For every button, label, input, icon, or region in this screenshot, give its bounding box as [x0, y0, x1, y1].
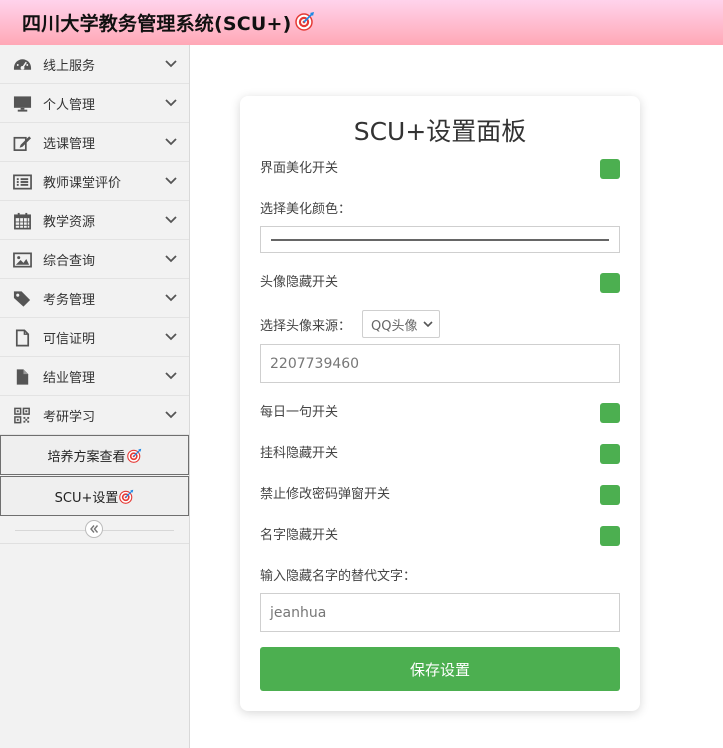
scu-settings-button[interactable]: SCU+设置: [0, 476, 189, 516]
sidebar-item-exam-affairs[interactable]: 考务管理: [0, 279, 189, 318]
sidebar-item-label: 可信证明: [43, 331, 96, 347]
chevron-down-icon: [165, 60, 177, 68]
chevron-down-icon: [165, 99, 177, 107]
list-icon: [13, 174, 32, 190]
avatar-source-value: QQ头像: [371, 318, 418, 334]
daily-quote-label: 每日一句开关: [260, 405, 339, 420]
sidebar-item-comprehensive-query[interactable]: 综合查询: [0, 240, 189, 279]
panel-title: SCU+设置面板: [353, 117, 527, 146]
calendar-icon: [14, 212, 31, 230]
avatar-hide-toggle[interactable]: [600, 273, 620, 293]
sidebar-collapse-row: [0, 516, 189, 544]
save-settings-button[interactable]: 保存设置: [260, 647, 620, 691]
training-plan-label: 培养方案查看: [47, 449, 126, 465]
file-filled-icon: [16, 369, 29, 385]
name-hide-toggle[interactable]: [600, 526, 620, 546]
avatar-source-label: 选择头像来源：: [260, 319, 352, 334]
target-icon: [119, 489, 134, 504]
edit-icon: [13, 136, 32, 151]
desktop-icon: [13, 96, 32, 112]
double-chevron-left-icon: [90, 525, 99, 533]
password-popup-toggle[interactable]: [600, 485, 620, 505]
password-popup-label: 禁止修改密码弹窗开关: [260, 487, 391, 502]
file-icon: [15, 329, 30, 347]
avatar-hide-label: 头像隐藏开关: [260, 275, 339, 290]
app-title: 四川大学教务管理系统(SCU+): [22, 13, 292, 35]
qrcode-icon: [14, 407, 30, 424]
beautify-toggle-label: 界面美化开关: [260, 161, 339, 176]
sidebar-item-label: 教学资源: [43, 214, 96, 230]
name-hide-label: 名字隐藏开关: [260, 528, 339, 543]
avatar-source-select[interactable]: QQ头像: [362, 310, 440, 338]
qq-number-input[interactable]: 2207739460: [260, 344, 620, 383]
scu-settings-label: SCU+设置: [54, 490, 119, 506]
sidebar-item-personal[interactable]: 个人管理: [0, 84, 189, 123]
chevron-down-icon: [165, 411, 177, 419]
dashboard-icon: [13, 59, 32, 70]
chevron-down-icon: [165, 333, 177, 341]
sidebar-item-label: 考务管理: [43, 292, 96, 308]
sidebar-item-online-services[interactable]: 线上服务: [0, 45, 189, 84]
sidebar-collapse-button[interactable]: [85, 520, 103, 538]
sidebar-item-graduation[interactable]: 结业管理: [0, 357, 189, 396]
name-replace-value: jeanhua: [270, 604, 327, 621]
qq-number-value: 2207739460: [270, 355, 360, 372]
color-label: 选择美化颜色：: [260, 202, 352, 217]
sidebar-item-label: 选课管理: [43, 136, 96, 152]
chevron-down-icon: [165, 216, 177, 224]
sidebar-item-label: 个人管理: [43, 97, 96, 113]
sidebar-item-credential[interactable]: 可信证明: [0, 318, 189, 357]
beautify-toggle[interactable]: [600, 159, 620, 179]
settings-panel: SCU+设置面板 界面美化开关 选择美化颜色： 头像隐藏开关 选择头像来源： Q…: [240, 96, 640, 711]
chevron-down-icon: [165, 255, 177, 263]
app-header: 四川大学教务管理系统(SCU+): [0, 0, 723, 45]
sidebar-item-label: 综合查询: [43, 253, 96, 269]
sidebar-item-postgrad-study[interactable]: 考研学习: [0, 396, 189, 435]
picture-icon: [13, 252, 32, 268]
color-swatch: [271, 239, 609, 241]
sidebar-item-teaching-resources[interactable]: 教学资源: [0, 201, 189, 240]
training-plan-button[interactable]: 培养方案查看: [0, 435, 189, 475]
chevron-down-icon: [165, 138, 177, 146]
sidebar-item-label: 结业管理: [43, 370, 96, 386]
target-icon: [126, 448, 142, 463]
target-icon: [294, 11, 315, 35]
sidebar-item-label: 线上服务: [43, 58, 96, 74]
chevron-down-icon: [423, 321, 433, 328]
name-replace-input[interactable]: jeanhua: [260, 593, 620, 632]
chevron-down-icon: [165, 372, 177, 380]
sidebar-item-label: 教师课堂评价: [43, 175, 122, 191]
sidebar-item-label: 考研学习: [43, 409, 96, 425]
fail-hide-label: 挂科隐藏开关: [260, 446, 339, 461]
chevron-down-icon: [165, 294, 177, 302]
sidebar-item-teacher-evaluation[interactable]: 教师课堂评价: [0, 162, 189, 201]
name-replace-label: 输入隐藏名字的替代文字：: [260, 569, 417, 584]
color-picker[interactable]: [260, 226, 620, 253]
sidebar: 线上服务 个人管理 选课管理 教师课堂评价 教学资源 综合查询 考务管理 可信证…: [0, 45, 190, 748]
tag-icon: [13, 291, 31, 307]
daily-quote-toggle[interactable]: [600, 403, 620, 423]
sidebar-item-course-selection[interactable]: 选课管理: [0, 123, 189, 162]
chevron-down-icon: [165, 177, 177, 185]
fail-hide-toggle[interactable]: [600, 444, 620, 464]
